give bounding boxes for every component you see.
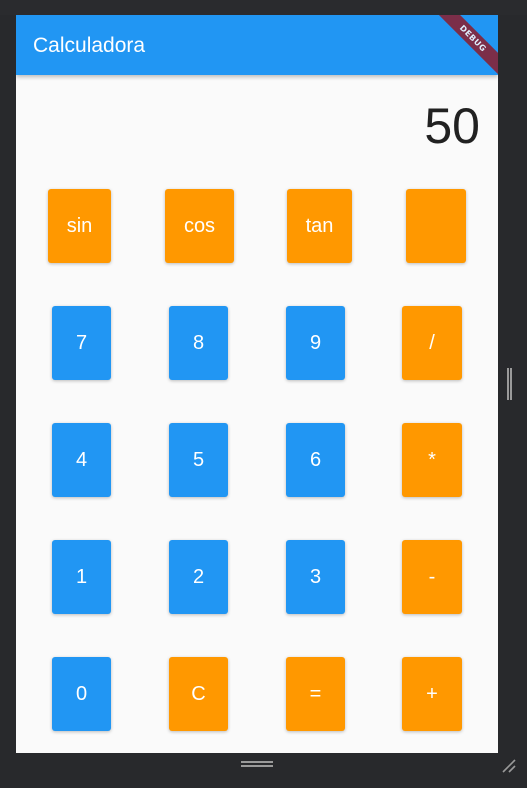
digit-8-button[interactable]: 8 [169,306,228,380]
blank-button[interactable] [406,189,466,263]
digit-2-button[interactable]: 2 [169,540,228,614]
digit-6-button[interactable]: 6 [286,423,345,497]
cos-button[interactable]: cos [165,189,234,263]
tan-button[interactable]: tan [287,189,352,263]
corner-resize-grip-icon[interactable] [500,757,518,775]
digit-7-button[interactable]: 7 [52,306,111,380]
result-display: 50 [424,98,480,154]
digit-5-button[interactable]: 5 [169,423,228,497]
clear-button[interactable]: C [169,657,228,731]
side-resize-handle-icon[interactable] [507,368,512,400]
multiply-button[interactable]: * [402,423,462,497]
equals-button[interactable]: = [286,657,345,731]
digit-4-button[interactable]: 4 [52,423,111,497]
debug-banner: DEBUG [428,15,498,83]
app-screen: Calculadora DEBUG 50 sin cos tan 7 8 9 /… [16,15,498,753]
divide-button[interactable]: / [402,306,462,380]
bottom-resize-handle-icon[interactable] [241,761,273,767]
digit-3-button[interactable]: 3 [286,540,345,614]
app-bar: Calculadora DEBUG [16,15,498,83]
digit-1-button[interactable]: 1 [52,540,111,614]
emulator-window: Calculadora DEBUG 50 sin cos tan 7 8 9 /… [0,0,527,788]
window-top-border [0,0,527,15]
digit-9-button[interactable]: 9 [286,306,345,380]
minus-button[interactable]: - [402,540,462,614]
digit-0-button[interactable]: 0 [52,657,111,731]
sin-button[interactable]: sin [48,189,111,263]
app-title: Calculadora [33,34,146,57]
plus-button[interactable]: + [402,657,462,731]
